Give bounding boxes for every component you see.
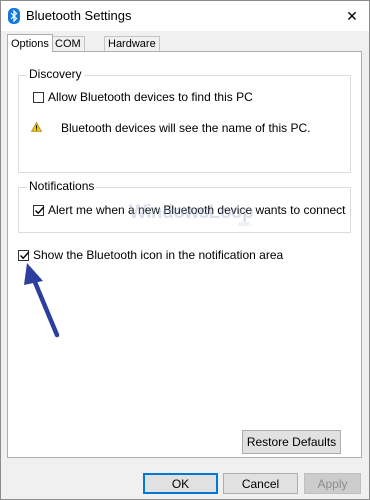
close-button[interactable]: ✕ xyxy=(335,1,369,31)
alert-new-device-label: Alert me when a new Bluetooth device wan… xyxy=(48,203,346,217)
discovery-group-label: Discovery xyxy=(27,67,84,81)
bluetooth-icon xyxy=(8,8,20,24)
discovery-warning: Bluetooth devices will see the name of t… xyxy=(30,121,311,135)
show-tray-icon-checkbox[interactable] xyxy=(18,249,30,261)
bluetooth-settings-window: Bluetooth Settings ✕ Options COM Ports H… xyxy=(0,0,370,500)
tab-hardware[interactable]: Hardware xyxy=(104,36,160,51)
apply-button[interactable]: Apply xyxy=(304,473,361,494)
allow-discovery-label: Allow Bluetooth devices to find this PC xyxy=(48,90,253,104)
title-bar[interactable]: Bluetooth Settings ✕ xyxy=(1,1,369,31)
show-tray-icon-label: Show the Bluetooth icon in the notificat… xyxy=(33,248,284,262)
alert-new-device-checkbox[interactable] xyxy=(33,204,45,216)
allow-discovery-checkbox[interactable] xyxy=(33,91,44,103)
notifications-group: Notifications Alert me when a new Blueto… xyxy=(18,179,351,233)
alert-new-device-option[interactable]: Alert me when a new Bluetooth device wan… xyxy=(33,203,346,217)
restore-defaults-button[interactable]: Restore Defaults xyxy=(242,430,341,454)
window-title: Bluetooth Settings xyxy=(26,8,132,23)
discovery-group: Discovery Allow Bluetooth devices to fin… xyxy=(18,67,351,173)
show-tray-icon-option[interactable]: Show the Bluetooth icon in the notificat… xyxy=(18,248,283,262)
notifications-group-label: Notifications xyxy=(27,179,97,193)
ok-button[interactable]: OK xyxy=(143,473,218,494)
warning-icon xyxy=(30,121,43,135)
watermark-sub: .com xyxy=(237,222,251,228)
allow-discovery-option[interactable]: Allow Bluetooth devices to find this PC xyxy=(33,90,253,104)
close-icon: ✕ xyxy=(346,7,358,24)
tab-options[interactable]: Options xyxy=(7,34,53,52)
tab-com-ports[interactable]: COM Ports xyxy=(51,36,85,65)
options-panel: Discovery Allow Bluetooth devices to fin… xyxy=(7,51,362,458)
cancel-button[interactable]: Cancel xyxy=(223,473,298,494)
annotation-arrow-icon xyxy=(21,261,71,344)
warning-text: Bluetooth devices will see the name of t… xyxy=(61,121,311,135)
